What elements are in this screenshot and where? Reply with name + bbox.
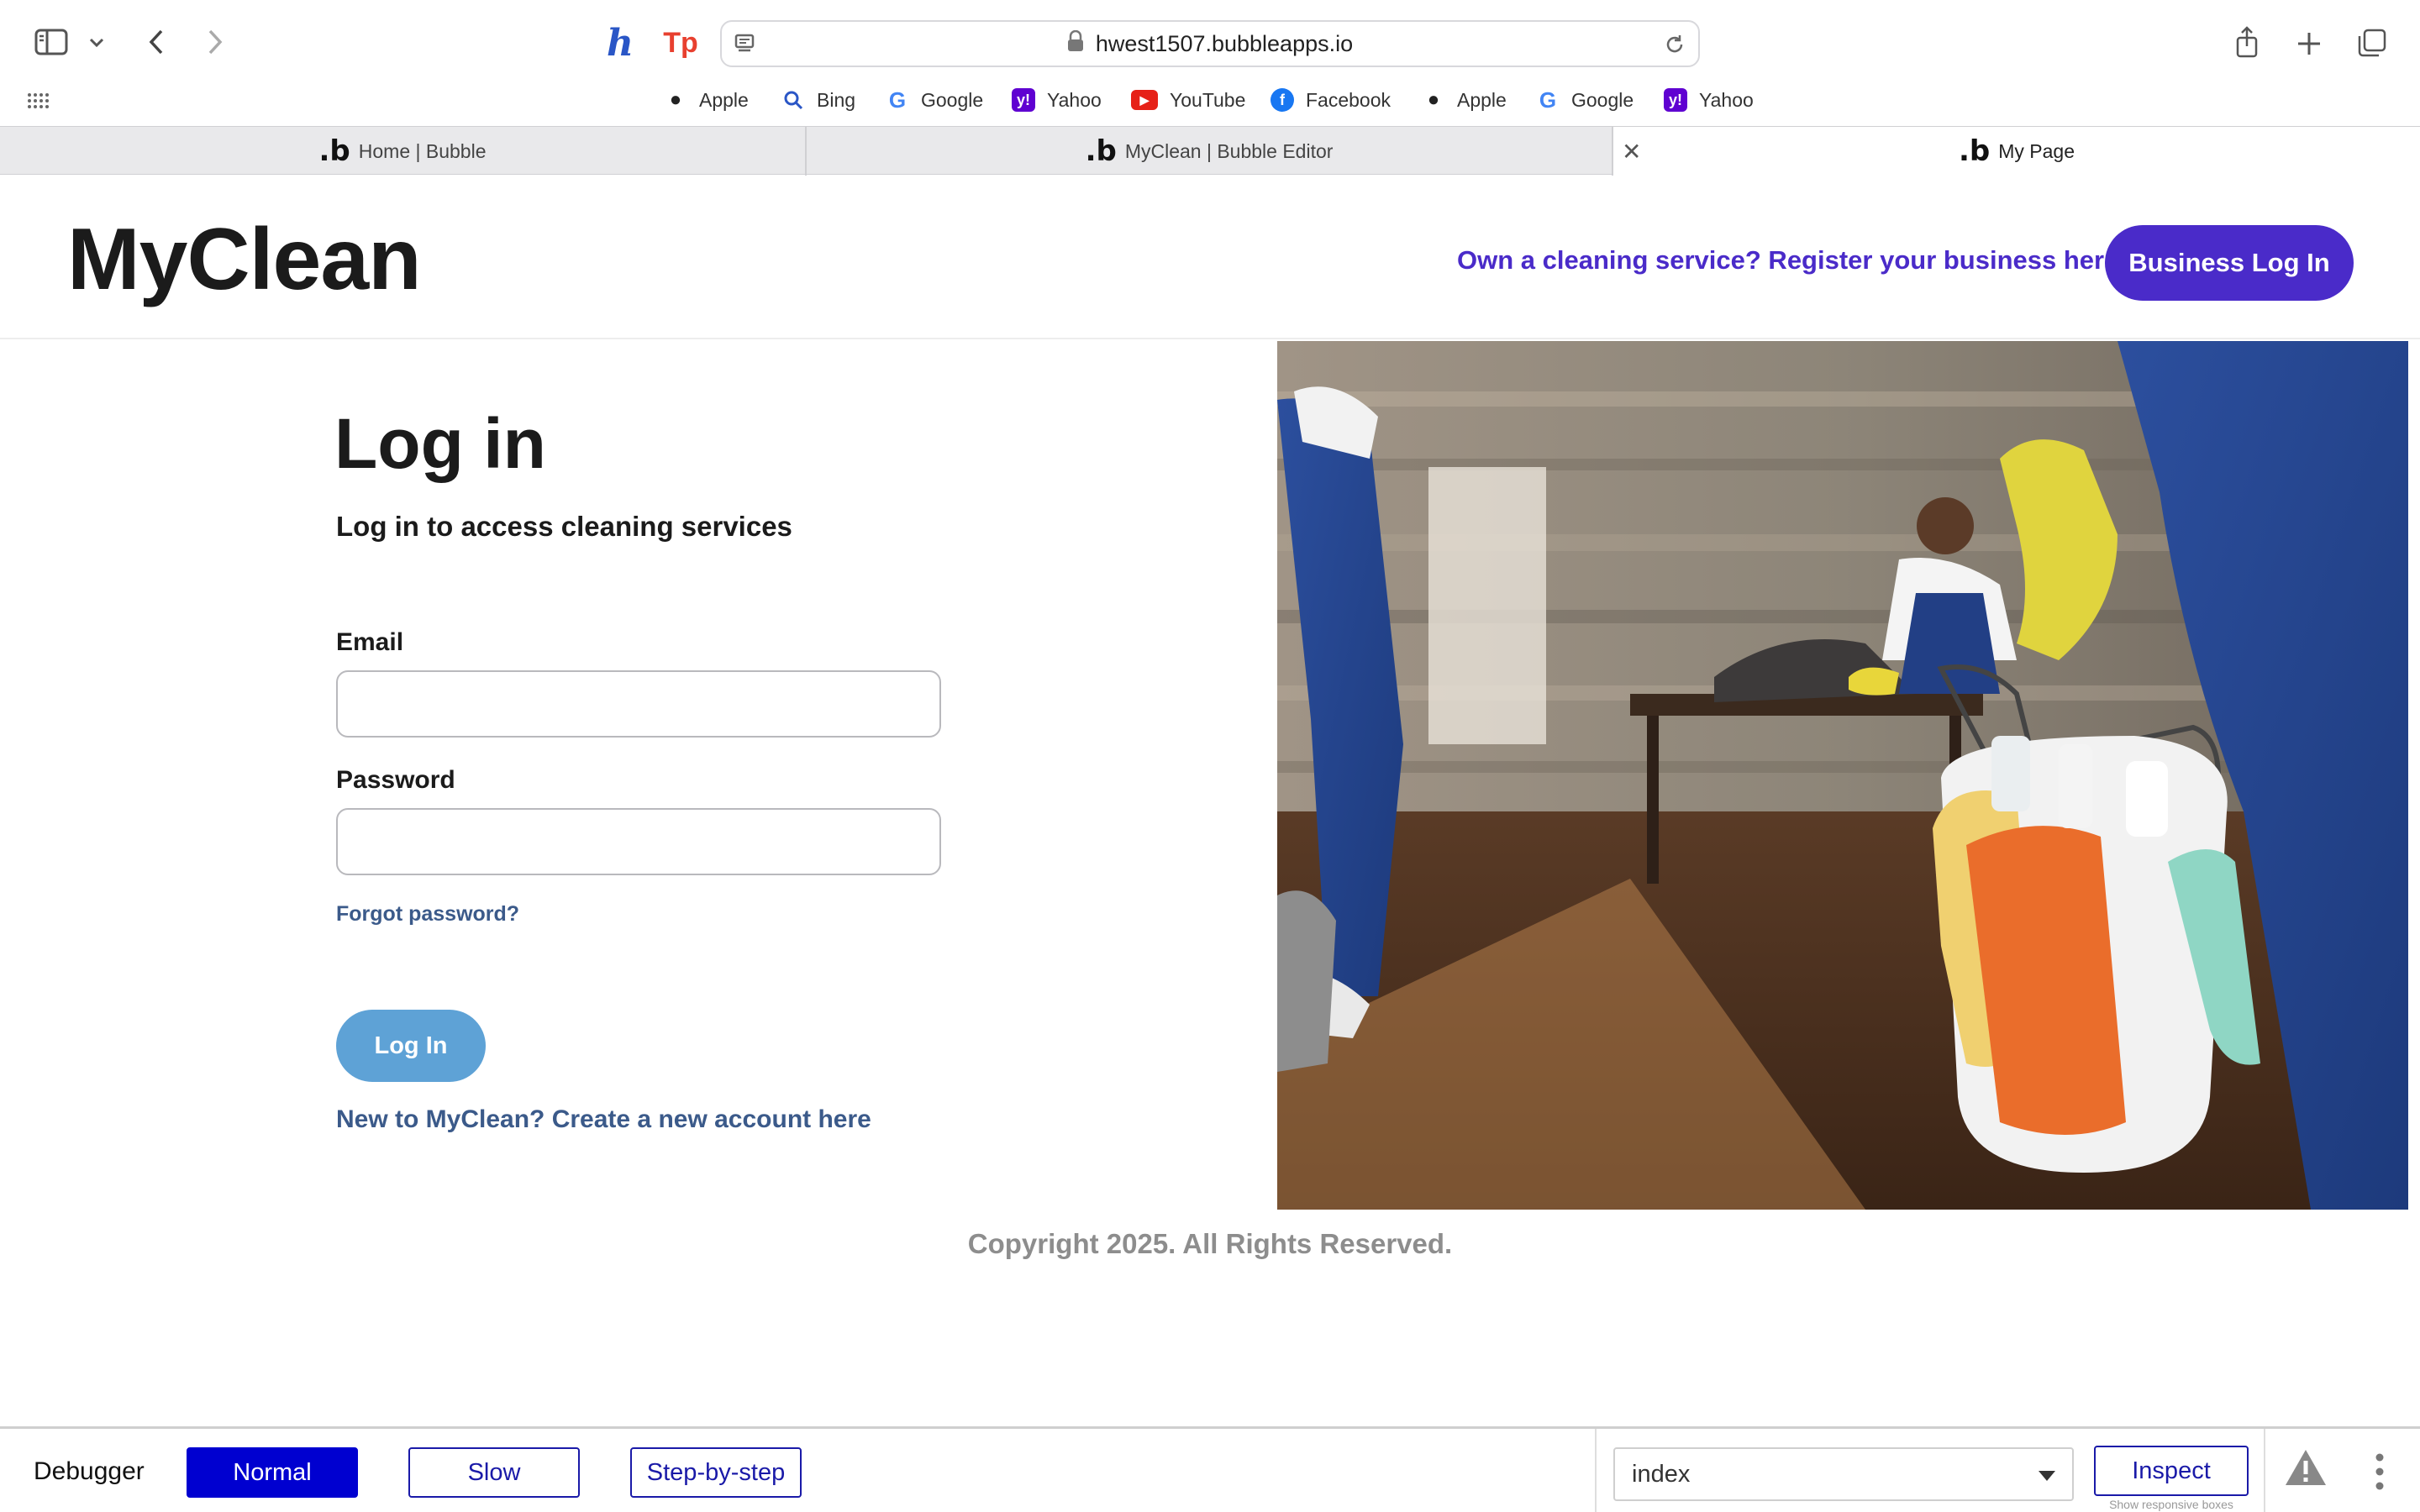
divider — [2264, 1429, 2265, 1512]
register-business-link[interactable]: Own a cleaning service? Register your bu… — [1457, 245, 2126, 276]
debugger-bar: Debugger Normal Slow Step-by-step index … — [0, 1426, 2420, 1512]
favorite-yahoo-2[interactable]: y! Yahoo — [1664, 81, 1754, 119]
bubble-logo-icon: .b — [1958, 134, 1991, 168]
chevron-down-icon — [2039, 1471, 2055, 1481]
page-select-value: index — [1632, 1460, 1691, 1488]
tab-overview-icon[interactable] — [2354, 25, 2390, 60]
share-icon[interactable] — [2230, 24, 2264, 60]
favorite-youtube[interactable]: ▶ YouTube — [1131, 81, 1245, 119]
password-label: Password — [336, 766, 455, 794]
address-bar[interactable]: hwest1507.bubbleapps.io — [720, 20, 1700, 67]
favorite-apple-2[interactable]: ● Apple — [1422, 81, 1507, 119]
tab-home-bubble[interactable]: .b Home | Bubble — [0, 127, 807, 176]
url-text: hwest1507.bubbleapps.io — [1095, 30, 1354, 56]
extension-h-icon[interactable]: h — [603, 22, 637, 65]
extension-tp-icon[interactable]: Tp — [662, 25, 699, 60]
email-label: Email — [336, 628, 404, 656]
favorite-apple[interactable]: ● Apple — [664, 81, 749, 119]
favorite-google-2[interactable]: G Google — [1536, 81, 1634, 119]
reload-icon[interactable] — [1663, 33, 1686, 62]
tab-strip: .b Home | Bubble .b MyClean | Bubble Edito… — [0, 126, 2420, 176]
apps-grid-icon[interactable] — [25, 89, 50, 111]
bubble-logo-icon: .b — [1085, 134, 1117, 168]
favorite-bing[interactable]: Bing — [781, 81, 855, 119]
password-field[interactable] — [336, 808, 941, 875]
debugger-label: Debugger — [34, 1457, 145, 1485]
forward-icon[interactable] — [198, 25, 232, 59]
login-button[interactable]: Log In — [336, 1010, 486, 1082]
yahoo-icon: y! — [1664, 88, 1687, 112]
tab-my-page[interactable]: .b My Page — [1613, 127, 2420, 176]
apple-icon: ● — [669, 88, 682, 111]
favorite-google[interactable]: G Google — [886, 81, 983, 119]
login-title: Log in — [334, 404, 546, 483]
inspect-button[interactable]: Inspect — [2094, 1446, 2249, 1496]
back-icon[interactable] — [139, 25, 173, 59]
new-tab-icon[interactable] — [2292, 27, 2326, 60]
warning-icon[interactable] — [2284, 1447, 2328, 1492]
debug-mode-step-button[interactable]: Step-by-step — [630, 1447, 802, 1498]
apple-icon: ● — [1427, 88, 1440, 111]
lock-icon — [1067, 29, 1084, 58]
google-icon: G — [1539, 87, 1557, 113]
tab-bubble-editor[interactable]: .b MyClean | Bubble Editor — [807, 127, 1613, 176]
favorite-facebook[interactable]: f Facebook — [1270, 81, 1391, 119]
email-field[interactable] — [336, 670, 941, 738]
google-icon: G — [888, 87, 907, 113]
page-select-dropdown[interactable]: index — [1613, 1447, 2074, 1501]
copyright-text: Copyright 2025. All Rights Reserved. — [967, 1228, 1453, 1259]
divider — [1595, 1429, 1597, 1512]
chevron-down-icon[interactable] — [86, 32, 108, 54]
create-account-link[interactable]: New to MyClean? Create a new account her… — [336, 1105, 871, 1134]
bubble-logo-icon: .b — [318, 134, 350, 168]
cleaning-crew-photo — [1277, 341, 2408, 1210]
favorite-yahoo[interactable]: y! Yahoo — [1012, 81, 1102, 119]
facebook-icon: f — [1270, 88, 1294, 112]
login-subtitle: Log in to access cleaning services — [336, 511, 792, 542]
search-icon — [781, 88, 805, 112]
forgot-password-link[interactable]: Forgot password? — [336, 902, 519, 927]
sidebar-toggle-icon[interactable] — [32, 25, 71, 59]
app-header: MyClean Own a cleaning service? Register… — [0, 175, 2420, 339]
business-login-button[interactable]: Business Log In — [2105, 225, 2354, 301]
brand-logo[interactable]: MyClean — [67, 210, 422, 310]
more-options-icon[interactable] — [2375, 1452, 2385, 1495]
favorites-bar: ● Apple Bing G Google y! Yahoo ▶ YouTube f Fa… — [0, 81, 2420, 119]
close-tab-icon[interactable]: ✕ — [1622, 127, 1641, 176]
debug-mode-normal-button[interactable]: Normal — [187, 1447, 358, 1498]
debug-mode-slow-button[interactable]: Slow — [408, 1447, 580, 1498]
browser-chrome: h Tp hwest1507.bubbleapps.io ● Apple Bing… — [0, 0, 2420, 176]
page-settings-icon[interactable] — [734, 32, 757, 61]
youtube-icon: ▶ — [1131, 90, 1158, 110]
show-responsive-boxes-toggle[interactable]: Show responsive boxes — [2094, 1498, 2249, 1511]
yahoo-icon: y! — [1012, 88, 1035, 112]
